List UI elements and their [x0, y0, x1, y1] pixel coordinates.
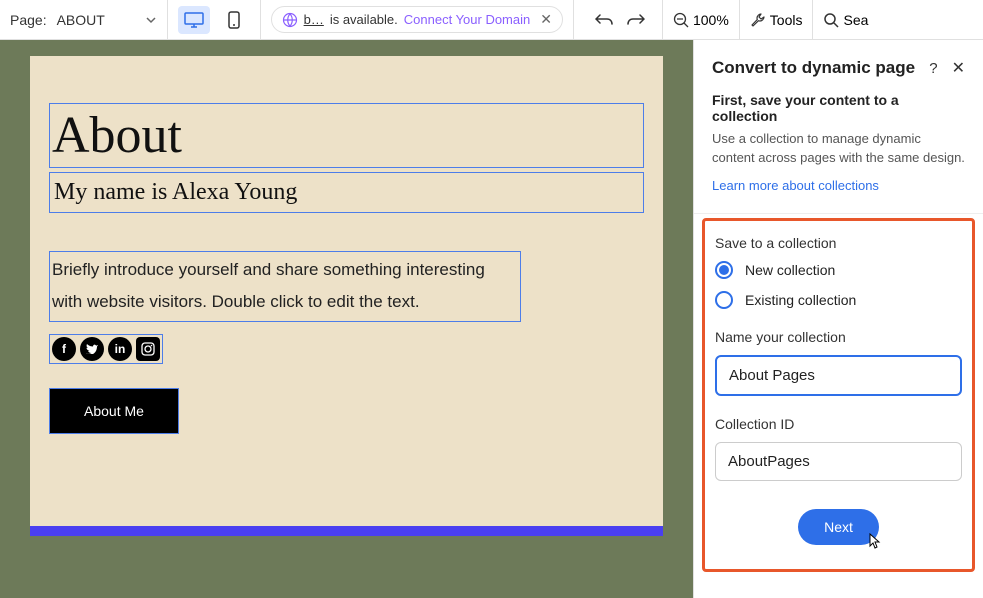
- panel-intro: First, save your content to a collection…: [694, 92, 983, 201]
- wrench-icon: [750, 12, 766, 28]
- next-button-wrap: Next: [715, 509, 962, 545]
- top-toolbar: Page: ABOUT b… is available. Connect You…: [0, 0, 983, 40]
- panel-title: Convert to dynamic page: [712, 58, 915, 78]
- connect-domain-link[interactable]: Connect Your Domain: [404, 12, 530, 27]
- page-canvas[interactable]: About My name is Alexa Young Briefly int…: [30, 56, 663, 526]
- about-me-button-label: About Me: [84, 403, 144, 419]
- desktop-view-button[interactable]: [178, 6, 210, 34]
- name-collection-group: Name your collection: [715, 329, 962, 396]
- domain-name[interactable]: b…: [304, 12, 324, 27]
- collection-id-label: Collection ID: [715, 416, 962, 432]
- next-button-label: Next: [824, 519, 853, 535]
- collection-id-input[interactable]: [715, 442, 962, 481]
- radio-unchecked-icon: [715, 291, 733, 309]
- instagram-icon[interactable]: [136, 337, 160, 361]
- zoom-value: 100%: [693, 12, 729, 28]
- search-label: Sea: [843, 12, 868, 28]
- help-button[interactable]: ?: [929, 60, 937, 77]
- facebook-icon[interactable]: f: [52, 337, 76, 361]
- radio-checked-icon: [715, 261, 733, 279]
- radio-new-label: New collection: [745, 262, 835, 278]
- page-label: Page:: [10, 12, 47, 28]
- search-group[interactable]: Sea: [813, 0, 878, 39]
- panel-intro-bold: First, save your content to a collection: [712, 92, 965, 124]
- save-to-collection-label: Save to a collection: [715, 235, 962, 251]
- subheading-text: My name is Alexa Young: [52, 175, 641, 210]
- editor-canvas-wrap: About My name is Alexa Young Briefly int…: [0, 40, 693, 598]
- main-area: About My name is Alexa Young Briefly int…: [0, 40, 983, 598]
- radio-new-collection[interactable]: New collection: [715, 261, 962, 279]
- name-collection-label: Name your collection: [715, 329, 962, 345]
- mobile-icon: [228, 11, 240, 29]
- mobile-view-button[interactable]: [218, 6, 250, 34]
- page-name: ABOUT: [57, 12, 105, 28]
- panel-intro-desc: Use a collection to manage dynamic conte…: [712, 130, 965, 168]
- radio-existing-collection[interactable]: Existing collection: [715, 291, 962, 309]
- collection-id-group: Collection ID: [715, 416, 962, 481]
- redo-button[interactable]: [620, 4, 652, 36]
- convert-dynamic-panel: Convert to dynamic page ? ✕ First, save …: [693, 40, 983, 598]
- chevron-down-icon: [145, 14, 157, 26]
- close-panel-button[interactable]: ✕: [952, 58, 965, 78]
- about-me-button[interactable]: About Me: [50, 389, 178, 433]
- divider: [694, 213, 983, 214]
- search-icon: [823, 12, 839, 28]
- redo-icon: [627, 13, 645, 27]
- page-dropdown[interactable]: ABOUT: [57, 12, 157, 28]
- body-text-element[interactable]: Briefly introduce yourself and share som…: [50, 252, 520, 321]
- social-bar[interactable]: f in: [50, 335, 162, 363]
- heading-text: About: [52, 106, 641, 165]
- tools-group[interactable]: Tools: [740, 0, 814, 39]
- domain-dismiss-button[interactable]: ✕: [540, 11, 552, 28]
- undo-icon: [595, 13, 613, 27]
- history-group: [574, 0, 663, 39]
- body-text: Briefly introduce yourself and share som…: [52, 260, 485, 311]
- heading-element[interactable]: About: [50, 104, 643, 167]
- collection-name-input[interactable]: [715, 355, 962, 396]
- device-toggle-group: [168, 0, 261, 39]
- panel-header: Convert to dynamic page ? ✕: [694, 40, 983, 92]
- tools-label: Tools: [770, 12, 803, 28]
- subheading-element[interactable]: My name is Alexa Young: [50, 173, 643, 212]
- page-selector-group: Page: ABOUT: [0, 0, 168, 39]
- twitter-icon[interactable]: [80, 337, 104, 361]
- zoom-out-icon: [673, 12, 689, 28]
- undo-button[interactable]: [588, 4, 620, 36]
- linkedin-icon[interactable]: in: [108, 337, 132, 361]
- domain-pill: b… is available. Connect Your Domain ✕: [271, 6, 563, 33]
- next-button[interactable]: Next: [798, 509, 879, 545]
- globe-icon: [282, 12, 298, 28]
- zoom-group[interactable]: 100%: [663, 0, 740, 39]
- domain-section: b… is available. Connect Your Domain ✕: [261, 0, 574, 39]
- desktop-icon: [184, 12, 204, 28]
- radio-existing-label: Existing collection: [745, 292, 856, 308]
- collection-form: Save to a collection New collection Exis…: [702, 218, 975, 572]
- learn-more-link[interactable]: Learn more about collections: [712, 178, 879, 193]
- domain-available-text: is available.: [330, 12, 398, 27]
